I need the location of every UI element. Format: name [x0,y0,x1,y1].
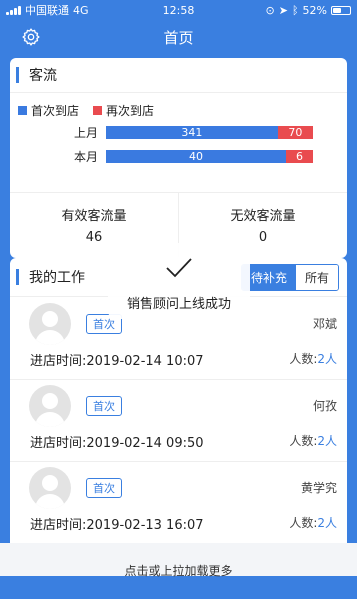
load-more-link[interactable]: 点击或上拉加载更多 [0,543,357,578]
bluetooth-icon: ᛒ [291,3,299,17]
battery-fill [333,7,342,13]
alarm-icon: ⊙ [265,3,275,17]
value-label: 70 [288,125,303,139]
legend-swatch-first [18,106,27,115]
battery-icon [331,5,351,15]
status-bar: 中国联通 4G 12:58 ⊙ ➤ ᛒ 52% [0,0,357,20]
customer-name: 黄学究 [300,481,337,495]
invalid-traffic-label: 无效客流量 [230,209,296,224]
work-title: 我的工作 [29,270,85,286]
legend-label-repeat: 再次到店 [106,104,155,118]
location-icon: ➤ [278,3,288,17]
toast-message: 销售顾问上线成功 [126,297,231,312]
nav-bar: 首页 [0,20,357,54]
section-accent-bar [16,67,19,83]
party-size: 人数:2人 [289,432,337,449]
party-size-value: 2人 [317,434,337,448]
customer-name: 何孜 [312,399,337,413]
avatar [29,385,71,427]
bar-track-this-month: 40 6 [106,149,313,163]
customer-name: 邓斌 [312,317,337,331]
traffic-card: 客流 首次到店 再次到店 上月 341 70 本月 40 6 有效客流量 46 … [10,58,347,258]
bar-repeat-visit-this-month: 6 [286,149,313,163]
category-label-last-month: 上月 [73,125,98,140]
party-size-label: 人数: [289,516,318,530]
visit-time: 进店时间:2019-02-14 09:50 [30,436,204,451]
party-size-value: 2人 [317,516,337,530]
category-label-this-month: 本月 [73,149,98,164]
party-size-label: 人数: [289,434,318,448]
legend-item-repeat-visit: 再次到店 [93,102,154,119]
carrier-label: 中国联通 [25,4,69,17]
tab-all[interactable]: 所有 [295,265,338,290]
chart-legend: 首次到店 再次到店 [18,102,154,119]
legend-swatch-repeat [93,106,103,115]
bar-first-visit-this-month: 40 [106,149,286,163]
list-item[interactable]: 首次 黄学究 进店时间:2019-02-13 16:07 人数:2人 [10,461,347,544]
value-label: 40 [189,149,203,163]
party-size-label: 人数: [289,352,318,366]
value-label: 6 [296,149,303,163]
success-toast: 销售顾问上线成功 [108,243,250,319]
avatar [29,303,71,345]
bar-track-last-month: 341 70 [106,125,313,139]
chart-row-last-month: 上月 341 70 [18,124,338,140]
valid-traffic-label: 有效客流量 [61,209,127,224]
visit-tag: 首次 [86,478,122,498]
bar-repeat-visit-last-month: 70 [277,125,313,139]
traffic-header: 客流 [10,58,347,93]
list-item[interactable]: 首次 何孜 进店时间:2019-02-14 09:50 人数:2人 [10,379,347,462]
legend-item-first-visit: 首次到店 [18,102,79,119]
party-size-value: 2人 [317,352,337,366]
visit-time: 进店时间:2019-02-13 16:07 [30,518,204,533]
network-label: 4G [73,3,89,17]
section-accent-bar [16,269,19,285]
invalid-traffic-value: 0 [258,230,268,245]
valid-traffic-value: 46 [85,230,103,245]
work-filter-tabs: 待补充 所有 [240,264,339,291]
battery-percent: 52% [302,3,327,17]
visit-time: 进店时间:2019-02-14 10:07 [30,354,204,369]
checkmark-icon [166,258,192,278]
legend-label-first: 首次到店 [31,104,80,118]
avatar [29,467,71,509]
page-title: 首页 [163,29,194,47]
signal-icon [6,5,21,15]
chart-row-this-month: 本月 40 6 [18,148,338,164]
tab-pending[interactable]: 待补充 [241,265,296,290]
visit-tag: 首次 [86,396,122,416]
bar-first-visit-last-month: 341 [106,125,278,139]
party-size: 人数:2人 [289,350,337,367]
value-label: 341 [181,125,203,139]
party-size: 人数:2人 [289,514,337,531]
traffic-title: 客流 [29,68,57,84]
